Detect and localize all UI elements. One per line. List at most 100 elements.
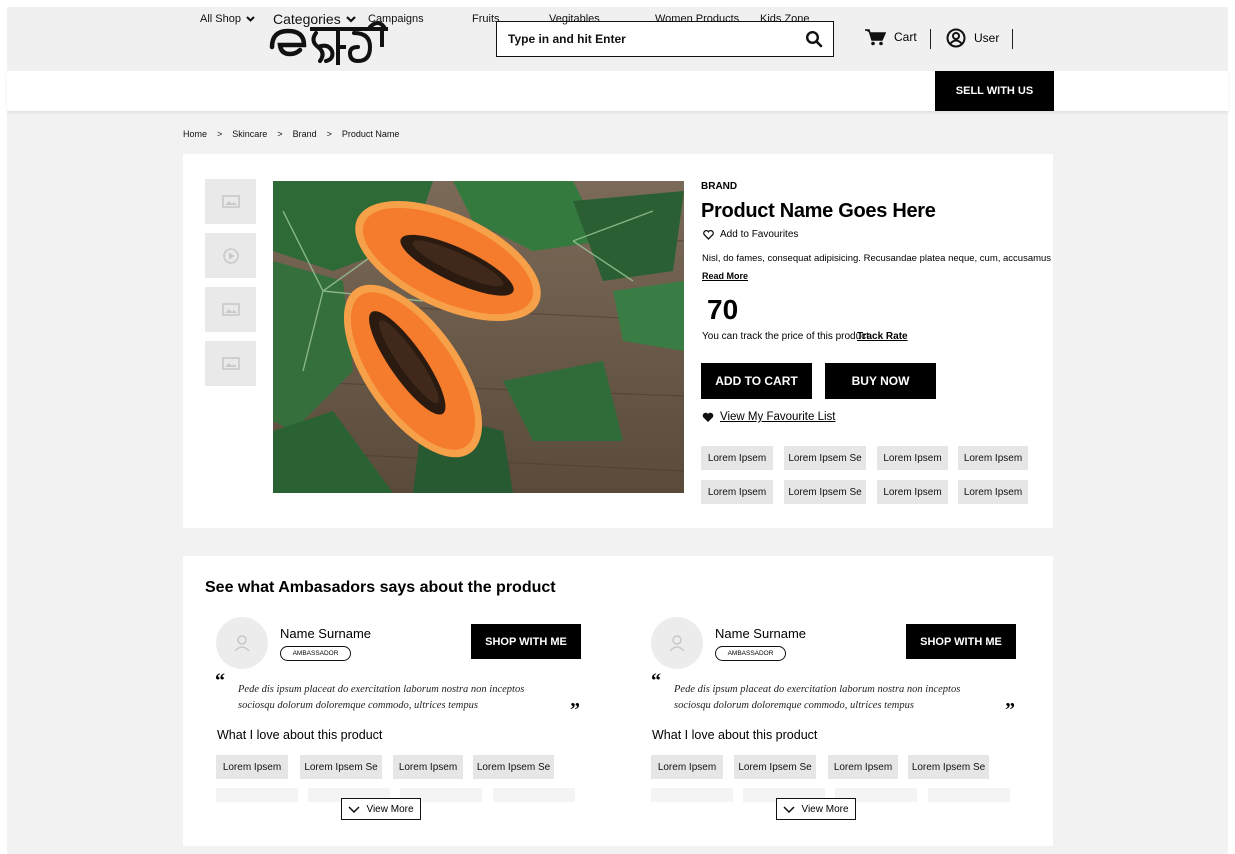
thumbnail-video[interactable]	[205, 233, 256, 278]
product-tag[interactable]: Lorem Ipsem	[958, 446, 1028, 470]
breadcrumb-brand[interactable]: Brand	[293, 129, 317, 139]
image-icon	[221, 357, 240, 370]
ambassador-badge: AMBASSADOR	[715, 646, 786, 661]
add-to-favourites-label: Add to Favourites	[720, 229, 799, 240]
avatar	[651, 617, 703, 669]
buy-now-button[interactable]: BUY NOW	[825, 363, 936, 399]
view-more-button[interactable]: View More	[776, 798, 856, 820]
cart-button[interactable]: Cart	[864, 28, 917, 46]
shop-with-me-button[interactable]: SHOP WITH ME	[471, 624, 581, 659]
ambassador-badge: AMBASSADOR	[280, 646, 351, 661]
chevron-down-icon	[783, 805, 795, 813]
track-price-text: You can track the price of this product	[702, 331, 869, 342]
heart-icon	[702, 412, 714, 422]
breadcrumb-product: Product Name	[341, 129, 400, 139]
user-label: User	[974, 31, 1000, 45]
image-icon	[221, 195, 240, 208]
faded-tag	[928, 788, 1010, 802]
view-favourite-list-link[interactable]: View My Favourite List	[702, 411, 835, 423]
nav-label: Categories	[273, 11, 341, 27]
cart-label: Cart	[894, 30, 917, 44]
faded-tag	[216, 788, 298, 802]
breadcrumb-home[interactable]: Home	[183, 129, 207, 139]
product-tag[interactable]: Lorem Ipsem	[701, 446, 773, 470]
ambassador-tag[interactable]: Lorem Ipsem	[651, 755, 723, 779]
product-tag[interactable]: Lorem Ipsem	[958, 480, 1028, 504]
thumbnail-4[interactable]	[205, 341, 256, 386]
search-bar[interactable]	[496, 21, 834, 57]
user-icon	[669, 635, 685, 652]
ambassador-quote: Pede dis ipsum placeat do exercitation l…	[674, 684, 961, 711]
ambassador-name: Name Surname	[280, 626, 372, 641]
view-more-label: View More	[801, 803, 849, 815]
divider	[1012, 29, 1013, 49]
shop-with-me-button[interactable]: SHOP WITH ME	[906, 624, 1016, 659]
thumbnail-1[interactable]	[205, 179, 256, 224]
quote-close-icon: ”	[570, 699, 580, 721]
image-icon	[221, 303, 240, 316]
ambassador-tag[interactable]: Lorem Ipsem Se	[300, 755, 382, 779]
product-tag[interactable]: Lorem Ipsem Se	[784, 480, 866, 504]
love-title: What I love about this product	[652, 728, 818, 742]
track-rate-link[interactable]: Track Rate	[857, 331, 908, 342]
product-title: Product Name Goes Here	[701, 200, 936, 222]
nav-all-shop[interactable]: All Shop	[200, 13, 255, 25]
search-input[interactable]	[497, 22, 787, 56]
breadcrumb-separator: >	[217, 129, 223, 139]
product-tag[interactable]: Lorem Ipsem Se	[784, 446, 866, 470]
ambassador-quote: Pede dis ipsum placeat do exercitation l…	[238, 684, 525, 711]
cart-icon	[865, 29, 886, 46]
nav-campaigns[interactable]: Campaigns	[368, 13, 424, 25]
product-tag[interactable]: Lorem Ipsem	[877, 446, 948, 470]
ambassador-name: Name Surname	[715, 626, 807, 641]
product-tag[interactable]: Lorem Ipsem	[877, 480, 948, 504]
ambassador-tag[interactable]: Lorem Ipsem	[393, 755, 463, 779]
favourite-list-label: View My Favourite List	[720, 411, 836, 423]
ambassador-tag[interactable]: Lorem Ipsem	[828, 755, 898, 779]
product-image	[273, 181, 684, 493]
ambassador-tag[interactable]: Lorem Ipsem Se	[908, 755, 989, 779]
ambassador-tag[interactable]: Lorem Ipsem	[216, 755, 288, 779]
read-more-link[interactable]: Read More	[702, 271, 748, 281]
thumbnail-3[interactable]	[205, 287, 256, 332]
nav-kids-zone[interactable]: Kids Zone	[760, 13, 810, 25]
view-more-button[interactable]: View More	[341, 798, 421, 820]
breadcrumb: Home > Skincare > Brand > Product Name	[183, 129, 399, 139]
nav-fruits[interactable]: Fruits	[472, 13, 500, 25]
product-brand[interactable]: BRAND	[701, 181, 737, 192]
add-to-favourites[interactable]: Add to Favourites	[703, 229, 798, 240]
user-icon	[946, 28, 966, 48]
nav-categories[interactable]: Categories	[273, 11, 356, 27]
ambassador-tag[interactable]: Lorem Ipsem Se	[734, 755, 816, 779]
heart-outline-icon	[703, 229, 714, 240]
search-icon[interactable]	[805, 30, 823, 48]
quote-open-icon: “	[651, 670, 661, 692]
chevron-down-icon	[345, 15, 356, 23]
quote-open-icon: “	[215, 670, 225, 692]
faded-tag	[651, 788, 733, 802]
breadcrumb-separator: >	[277, 129, 283, 139]
chevron-down-icon	[246, 16, 255, 22]
faded-tag	[493, 788, 575, 802]
user-icon	[234, 635, 250, 652]
nav-vegitables[interactable]: Vegitables	[549, 13, 600, 25]
love-title: What I love about this product	[217, 728, 383, 742]
user-button[interactable]: User	[946, 28, 999, 48]
ambassador-tag[interactable]: Lorem Ipsem Se	[473, 755, 554, 779]
product-price: 70	[707, 294, 739, 325]
add-to-cart-button[interactable]: ADD TO CART	[701, 363, 812, 399]
view-more-label: View More	[366, 803, 414, 815]
breadcrumb-separator: >	[326, 129, 332, 139]
play-icon	[222, 247, 239, 264]
nav-women-products[interactable]: Women Products	[655, 13, 739, 25]
chevron-down-icon	[348, 805, 360, 813]
product-description: Nisl, do fames, consequat adipisicing. R…	[702, 253, 1052, 264]
ambassadors-title: See what Ambasadors says about the produ…	[205, 579, 556, 596]
quote-close-icon: ”	[1005, 699, 1015, 721]
sell-with-us-button[interactable]: SELL WITH US	[935, 71, 1054, 111]
avatar	[216, 617, 268, 669]
product-tag[interactable]: Lorem Ipsem	[701, 480, 773, 504]
divider	[930, 29, 931, 49]
breadcrumb-skincare[interactable]: Skincare	[232, 129, 267, 139]
nav-label: All Shop	[200, 13, 241, 25]
